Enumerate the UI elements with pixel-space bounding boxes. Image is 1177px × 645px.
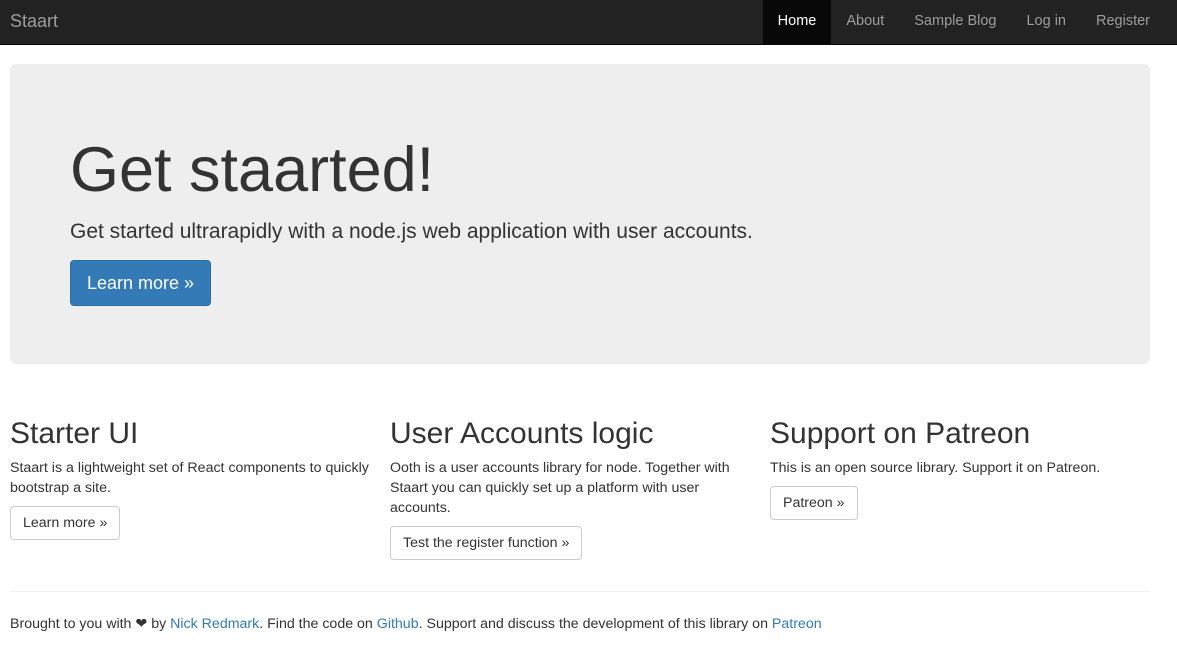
top-navbar: Staart Home About Sample Blog Log in Reg… bbox=[0, 0, 1177, 45]
feature-user-accounts: User Accounts logic Ooth is a user accou… bbox=[390, 414, 770, 560]
feature-heading: User Accounts logic bbox=[390, 417, 654, 450]
footer-text: Brought to you with ❤ by bbox=[10, 616, 171, 632]
brand-link[interactable]: Staart bbox=[10, 0, 58, 44]
footer-text: . Support and discuss the development of… bbox=[418, 616, 772, 632]
feature-heading: Starter UI bbox=[10, 417, 139, 450]
feature-text: This is an open source library. Support … bbox=[770, 460, 1101, 476]
test-register-button[interactable]: Test the register function » bbox=[390, 526, 583, 560]
nav-item-register[interactable]: Register bbox=[1081, 0, 1165, 44]
feature-heading: Support on Patreon bbox=[770, 417, 1031, 450]
hero-learn-more-button[interactable]: Learn more » bbox=[70, 260, 212, 306]
starter-ui-learn-more-button[interactable]: Learn more » bbox=[10, 506, 121, 540]
page-footer: Brought to you with ❤ by Nick Redmark. F… bbox=[10, 614, 822, 634]
main-nav: Home About Sample Blog Log in Register bbox=[762, 0, 1165, 44]
feature-text: Ooth is a user accounts library for node… bbox=[390, 460, 730, 516]
feature-columns: Starter UI Staart is a lightweight set o… bbox=[10, 414, 1150, 560]
nav-item-about[interactable]: About bbox=[831, 0, 899, 44]
footer-text: . Find the code on bbox=[259, 616, 377, 632]
feature-text: Staart is a lightweight set of React com… bbox=[10, 460, 369, 496]
hero-heading: Get staarted! bbox=[70, 135, 435, 205]
patreon-button[interactable]: Patreon » bbox=[770, 486, 858, 520]
nav-item-sample-blog[interactable]: Sample Blog bbox=[899, 0, 1011, 44]
github-link[interactable]: Github bbox=[377, 616, 419, 632]
footer-divider bbox=[10, 591, 1150, 592]
feature-patreon: Support on Patreon This is an open sourc… bbox=[770, 414, 1150, 560]
author-link[interactable]: Nick Redmark bbox=[170, 616, 259, 632]
feature-starter-ui: Starter UI Staart is a lightweight set o… bbox=[10, 414, 390, 560]
hero-jumbotron: Get staarted! Get started ultrarapidly w… bbox=[10, 64, 1150, 364]
hero-lead: Get started ultrarapidly with a node.js … bbox=[70, 220, 753, 243]
nav-item-log-in[interactable]: Log in bbox=[1011, 0, 1081, 44]
nav-item-home[interactable]: Home bbox=[762, 0, 832, 44]
footer-patreon-link[interactable]: Patreon bbox=[772, 616, 822, 632]
